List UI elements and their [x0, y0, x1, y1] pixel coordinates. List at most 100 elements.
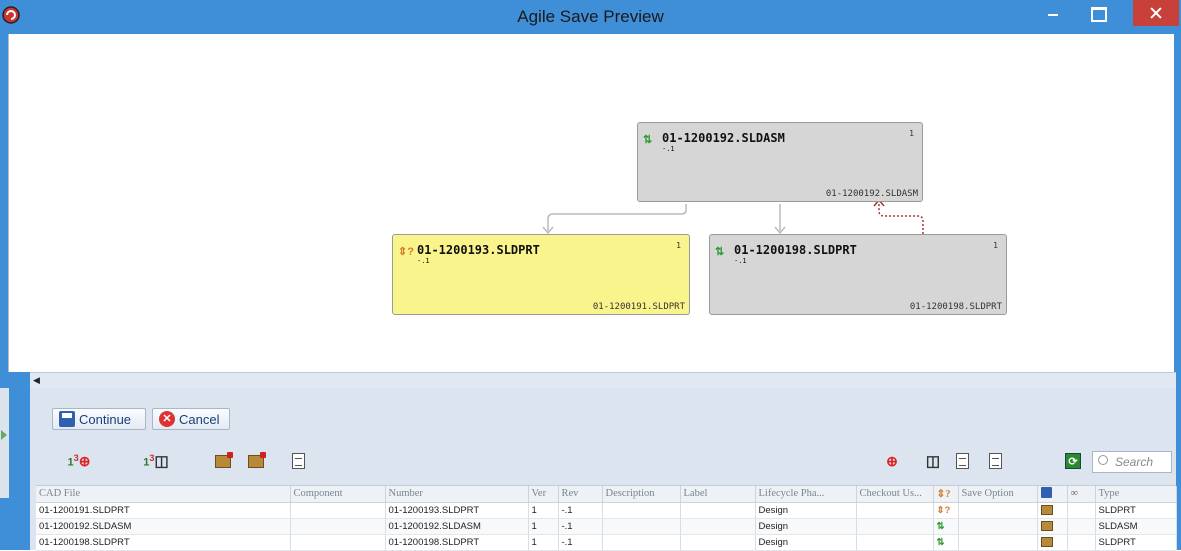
cell-checkout: [856, 502, 934, 519]
cell-save[interactable]: [1037, 518, 1068, 535]
node-filename: 01-1200191.SLDPRT: [592, 302, 685, 312]
graph-node-assembly[interactable]: ⇅ 01-1200192.SLDASM -.1 1 01-1200192.SLD…: [637, 122, 923, 202]
table-row[interactable]: 01-1200198.SLDPRT 01-1200198.SLDPRT 1 -.…: [36, 534, 1177, 551]
cell-save[interactable]: [1037, 502, 1068, 519]
quantity-icon: 13: [143, 453, 155, 469]
cell-number: 01-1200198.SLDPRT: [385, 534, 529, 551]
node-title: 01-1200198.SLDPRT: [734, 243, 857, 257]
cell-rev: -.1: [558, 534, 603, 551]
continue-label: Continue: [79, 411, 132, 427]
cancel-button[interactable]: ✕ Cancel: [152, 408, 230, 430]
cell-cad-file: 01-1200198.SLDPRT: [36, 534, 291, 551]
green-arrows-icon: ⇅: [936, 536, 945, 548]
node-filename: 01-1200198.SLDPRT: [909, 302, 1002, 312]
crosshair-icon: ⊕: [886, 452, 898, 469]
graph-node-part[interactable]: ⇅ 01-1200198.SLDPRT -.1 1 01-1200198.SLD…: [709, 234, 1007, 315]
node-title: 01-1200192.SLDASM: [662, 131, 785, 145]
show-graph-button[interactable]: ⊕: [878, 451, 906, 471]
refresh-button[interactable]: ⟳: [1062, 451, 1084, 471]
cell-rev: -.1: [558, 502, 603, 519]
col-description[interactable]: Description: [602, 486, 681, 503]
checklist-button[interactable]: [288, 451, 308, 471]
col-save-option[interactable]: Save Option: [958, 486, 1038, 503]
cell-save-option[interactable]: [958, 518, 1038, 535]
cell-ver: 1: [528, 518, 559, 535]
title-bar[interactable]: Agile Save Preview: [0, 0, 1181, 34]
cell-link: [1067, 534, 1096, 551]
show-model-button[interactable]: ◫: [923, 451, 943, 471]
export-all-folder-icon: [248, 451, 266, 468]
table-row[interactable]: 01-1200192.SLDASM 01-1200192.SLDASM 1 -.…: [36, 518, 1177, 535]
col-link[interactable]: ∞: [1067, 486, 1096, 503]
export-folder-icon: [1040, 536, 1053, 547]
cell-description: [602, 518, 681, 535]
node-revision: -.1: [417, 257, 430, 265]
export-button[interactable]: [212, 451, 234, 471]
col-lifecycle[interactable]: Lifecycle Pha...: [755, 486, 857, 503]
quantity-graph-button[interactable]: 13 ⊕: [52, 451, 106, 471]
swap-question-icon: ⇕?: [936, 504, 951, 516]
items-table[interactable]: CAD File Component Number Ver Rev Descri…: [36, 485, 1177, 551]
scroll-left-arrow-icon[interactable]: ◀: [33, 375, 40, 386]
node-revision: -.1: [662, 145, 675, 153]
cell-checkout: [856, 518, 934, 535]
graph-connectors: [542, 198, 924, 235]
node-quantity: 1: [676, 241, 681, 250]
cell-label: [680, 534, 756, 551]
col-save[interactable]: [1037, 486, 1068, 503]
col-number[interactable]: Number: [385, 486, 529, 503]
cell-description: [602, 534, 681, 551]
link-icon: ∞: [1070, 488, 1079, 500]
report-all-button[interactable]: [983, 451, 1007, 471]
export-all-button[interactable]: [244, 451, 268, 471]
cell-type: SLDPRT: [1095, 502, 1177, 519]
col-status[interactable]: ⇕?: [933, 486, 959, 503]
swap-question-icon: ⇕?: [398, 246, 414, 258]
cell-lifecycle: Design: [755, 502, 857, 519]
graph-node-part-selected[interactable]: ⇕? 01-1200193.SLDPRT -.1 1 01-1200191.SL…: [392, 234, 690, 315]
search-icon: [1098, 455, 1108, 465]
cell-component: [290, 518, 386, 535]
col-checkout[interactable]: Checkout Us...: [856, 486, 934, 503]
report-button[interactable]: [950, 451, 974, 471]
structure-graph-canvas[interactable]: ⇅ 01-1200192.SLDASM -.1 1 01-1200192.SLD…: [8, 34, 1174, 372]
cell-component: [290, 502, 386, 519]
green-arrows-icon: ⇅: [643, 134, 653, 146]
quantity-icon: 13: [67, 453, 79, 469]
cell-save[interactable]: [1037, 534, 1068, 551]
horizontal-scrollbar[interactable]: ◀: [30, 372, 1176, 388]
save-icon: [59, 411, 75, 427]
col-ver[interactable]: Ver: [528, 486, 559, 503]
cell-save-option[interactable]: [958, 534, 1038, 551]
quantity-model-button[interactable]: 13 ◫: [134, 451, 178, 471]
cell-save-option[interactable]: [958, 502, 1038, 519]
col-rev[interactable]: Rev: [558, 486, 603, 503]
expand-panel-handle[interactable]: [0, 388, 9, 498]
cell-component: [290, 534, 386, 551]
col-label[interactable]: Label: [680, 486, 756, 503]
swap-question-icon: ⇕?: [936, 488, 951, 500]
table-row[interactable]: 01-1200191.SLDPRT 01-1200193.SLDPRT 1 -.…: [36, 502, 1177, 519]
cancel-icon: ✕: [159, 411, 175, 427]
col-component[interactable]: Component: [290, 486, 386, 503]
continue-button[interactable]: Continue: [52, 408, 146, 430]
export-folder-icon: [215, 451, 233, 468]
green-arrows-icon: ⇅: [715, 246, 725, 258]
cell-cad-file: 01-1200191.SLDPRT: [36, 502, 291, 519]
cell-status: ⇅: [933, 518, 959, 535]
col-type[interactable]: Type: [1095, 486, 1177, 503]
cell-rev: -.1: [558, 518, 603, 535]
maximize-button[interactable]: [1080, 0, 1114, 26]
cell-ver: 1: [528, 534, 559, 551]
refresh-icon: ⟳: [1065, 453, 1081, 469]
cell-label: [680, 502, 756, 519]
close-button[interactable]: [1133, 0, 1179, 26]
cell-lifecycle: Design: [755, 534, 857, 551]
minimize-button[interactable]: [1036, 0, 1070, 26]
node-title: 01-1200193.SLDPRT: [417, 243, 540, 257]
search-input[interactable]: Search: [1092, 451, 1172, 473]
cell-description: [602, 502, 681, 519]
col-cad-file[interactable]: CAD File: [36, 486, 291, 503]
document-icon: [988, 453, 1002, 469]
cell-link: [1067, 502, 1096, 519]
